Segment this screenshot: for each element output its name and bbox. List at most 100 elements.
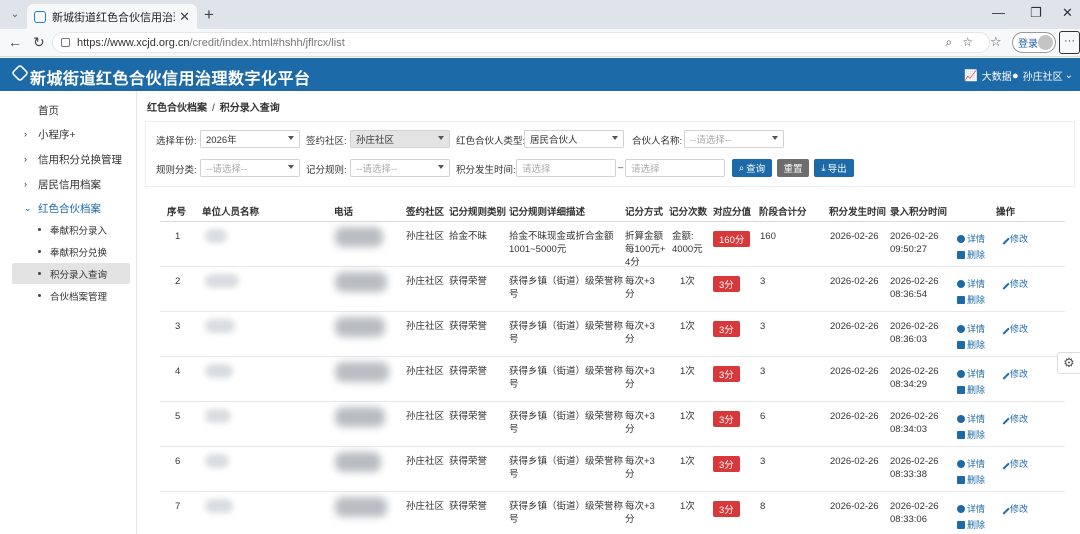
redacted-phone [335, 272, 387, 292]
detail-link[interactable]: 详情 [957, 277, 985, 290]
partner-name-label: 合伙人名称: [632, 136, 683, 147]
sidebar-item-resident-credit[interactable]: › 居民信用档案 [0, 173, 137, 195]
back-arrow-icon[interactable]: ← [8, 34, 22, 50]
sidebar-item-home[interactable]: 首页 [0, 99, 137, 121]
sidebar-subitem-label: 合伙档案管理 [50, 291, 108, 303]
time-range-dash: – [618, 162, 624, 173]
community-value: 孙庄社区 [356, 135, 395, 146]
col-header-name: 单位人员名称 [202, 207, 260, 218]
points-badge: 3分 [713, 456, 740, 472]
detail-label: 详情 [967, 234, 986, 244]
window-close-icon[interactable]: ✕ [1062, 5, 1073, 21]
login-button[interactable]: 登录 [1012, 32, 1056, 53]
entry-date-cell: 2026-02-26 [890, 411, 939, 422]
delete-link[interactable]: 删除 [957, 518, 985, 531]
edit-link[interactable]: 修改 [998, 322, 1028, 335]
rule-category-cell: 获得荣誉 [449, 276, 488, 287]
sidebar-item-red-partner[interactable]: ⌄ 红色合伙档案 [0, 197, 137, 219]
tab-actions-menu-icon[interactable]: ⌄ [7, 6, 23, 22]
partner-type-select[interactable]: 居民合伙人 [524, 130, 624, 148]
query-button[interactable]: ⌕ 查询 [732, 159, 772, 177]
user-menu[interactable]: ● 孙庄社区 ⌄ [1012, 68, 1073, 84]
redacted-name [205, 274, 239, 288]
sidebar-item-miniprogram[interactable]: › 小程序+ [0, 123, 137, 145]
row-number: 7 [175, 501, 181, 512]
delete-label: 删除 [967, 430, 986, 440]
year-select[interactable]: 2026年 [200, 130, 300, 148]
bigdata-link[interactable]: 📈 大数据 [964, 68, 1012, 83]
col-header-occur-time: 积分发生时间 [829, 207, 887, 218]
sidebar-subitem-label: 积分录入查询 [50, 269, 108, 281]
detail-link[interactable]: 详情 [957, 322, 985, 335]
sidebar-item-credit-exchange[interactable]: › 信用积分兑换管理 [0, 148, 137, 170]
community-select[interactable]: 孙庄社区 [350, 130, 450, 148]
url-field[interactable]: https://www.xcjd.org.cn/credit/index.htm… [52, 32, 990, 53]
partner-name-placeholder: --请选择-- [690, 135, 732, 146]
detail-link[interactable]: 详情 [957, 412, 985, 425]
edit-link[interactable]: 修改 [998, 412, 1028, 425]
edit-link[interactable]: 修改 [998, 367, 1028, 380]
count-cell: 4000元 [672, 244, 703, 255]
entry-time-cell: 08:34:03 [890, 424, 927, 435]
edit-link[interactable]: 修改 [998, 502, 1028, 515]
reset-button[interactable]: 重置 [777, 159, 809, 177]
stage-total-cell: 3 [760, 321, 766, 332]
entry-time-cell: 08:36:03 [890, 334, 927, 345]
user-circle-icon: ● [1012, 69, 1019, 82]
minimize-icon[interactable]: — [992, 5, 1005, 20]
settings-gear-icon[interactable]: ⚙ [1057, 352, 1080, 374]
detail-label: 详情 [967, 504, 986, 514]
edit-label: 修改 [1010, 279, 1029, 289]
favorites-icon[interactable]: ☆ [990, 34, 1002, 50]
delete-link[interactable]: 删除 [957, 293, 985, 306]
sidebar-item-label: 红色合伙档案 [38, 202, 101, 215]
count-cell: 1次 [680, 411, 695, 422]
edit-link[interactable]: 修改 [998, 457, 1028, 470]
query-button-label: 查询 [746, 164, 766, 175]
sidebar-subitem-point-query[interactable]: 积分录入查询 [12, 263, 130, 284]
detail-link[interactable]: 详情 [957, 232, 985, 245]
time-start-field[interactable]: 请选择 [516, 159, 616, 177]
edit-link[interactable]: 修改 [998, 232, 1028, 245]
sidebar-subitem-partner-archive[interactable]: 合伙档案管理 [12, 285, 130, 306]
export-button[interactable]: ⤓ 导出 [814, 159, 854, 177]
redacted-name [205, 364, 233, 378]
method-cell: 分 [625, 334, 635, 345]
detail-link[interactable]: 详情 [957, 367, 985, 380]
redacted-name [205, 319, 235, 333]
table-row: 4 孙庄社区 获得荣誉 获得乡镇（街道）级荣誉称号 每次+3 分 1次 3分 3 2026-02-… [160, 357, 1065, 402]
maximize-icon[interactable]: ❐ [1030, 5, 1042, 21]
browser-tab[interactable]: 新城街道红色合伙信用治理数字化 ✕ [27, 4, 197, 29]
bullet-icon [38, 272, 41, 275]
col-header-phone: 电话 [334, 207, 354, 218]
sidebar-subitem-point-exchange[interactable]: 奉献积分兑换 [12, 241, 130, 262]
col-header-community: 签约社区 [406, 207, 445, 218]
refresh-icon[interactable]: ↻ [33, 34, 45, 51]
delete-link[interactable]: 删除 [957, 248, 985, 261]
partner-name-select[interactable]: --请选择-- [684, 130, 784, 148]
rule-desc-cell: 拾金不昧现金或折合金额 [509, 231, 614, 242]
detail-link[interactable]: 详情 [957, 502, 985, 515]
pencil-icon [998, 502, 1010, 515]
rule-select[interactable]: --请选择-- [350, 159, 450, 177]
row-number: 6 [175, 456, 181, 467]
caret-down-icon [288, 165, 294, 169]
entry-date-cell: 2026-02-26 [890, 456, 939, 467]
browser-menu-icon[interactable]: ··· [1059, 31, 1080, 54]
detail-link[interactable]: 详情 [957, 457, 985, 470]
delete-link[interactable]: 删除 [957, 338, 985, 351]
delete-link[interactable]: 删除 [957, 383, 985, 396]
edit-link[interactable]: 修改 [998, 277, 1029, 290]
breadcrumb-parent[interactable]: 红色合伙档案 [147, 103, 207, 114]
method-cell: 分 [625, 289, 635, 300]
url-zoom-and-favorite-icons[interactable]: ⌕☆ [946, 35, 983, 50]
delete-link[interactable]: 删除 [957, 428, 985, 441]
new-tab-icon[interactable]: + [204, 5, 214, 25]
breadcrumb: 红色合伙档案 / 积分录入查询 [147, 99, 280, 114]
delete-link[interactable]: 删除 [957, 473, 985, 486]
tab-close-icon[interactable]: ✕ [179, 9, 190, 25]
rule-category-select[interactable]: --请选择-- [200, 159, 300, 177]
sidebar-subitem-point-entry[interactable]: 奉献积分录入 [12, 219, 130, 240]
rule-category-cell: 获得荣誉 [449, 411, 488, 422]
time-end-field[interactable]: 请选择 [625, 159, 725, 177]
